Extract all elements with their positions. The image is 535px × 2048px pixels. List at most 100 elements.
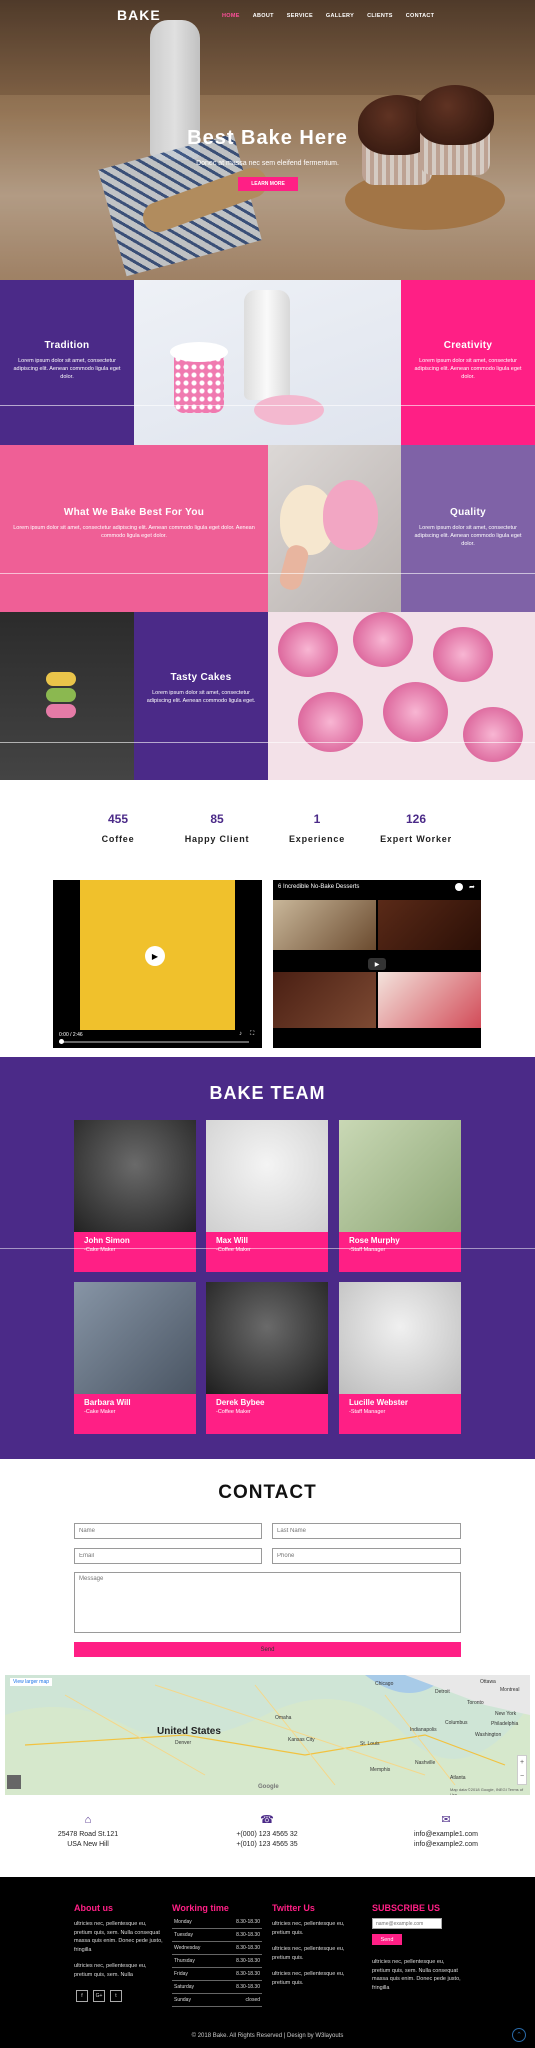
fullscreen-icon[interactable]: ⛶ — [250, 1031, 254, 1038]
name-field[interactable] — [74, 1523, 262, 1539]
member-photo — [74, 1120, 196, 1232]
learn-more-button[interactable]: LEARN MORE — [238, 177, 298, 191]
team-member-card: Derek Bybee -Coffee Maker — [206, 1282, 328, 1434]
cookies-image — [254, 395, 324, 425]
map-city: Washington — [475, 1732, 502, 1738]
volume-icon[interactable]: ♪ — [239, 1031, 242, 1037]
last-name-field[interactable] — [272, 1523, 461, 1539]
message-field[interactable] — [74, 1572, 461, 1633]
feature-tradition: Tradition Lorem ipsum dolor sit amet, co… — [0, 280, 134, 445]
phone-field[interactable] — [272, 1548, 461, 1564]
macaron-pink — [46, 704, 76, 718]
twitter-icon[interactable]: t — [110, 1990, 122, 2002]
home-icon: ⌂ — [84, 1814, 92, 1826]
share-icon[interactable]: ➦ — [469, 883, 475, 891]
address-column: ⌂ 25478 Road St.121 USA New Hill — [3, 1815, 173, 1850]
meringue — [383, 682, 448, 742]
phone-line[interactable]: +(000) 123 4565 32 — [182, 1830, 352, 1840]
google-plus-icon[interactable]: G+ — [93, 1990, 105, 2002]
nav-home[interactable]: HOME — [222, 13, 240, 19]
facebook-icon[interactable]: f — [76, 1990, 88, 2002]
working-time: closed — [245, 1997, 260, 2003]
divider — [0, 1248, 535, 1249]
site-logo[interactable]: BAKE — [117, 7, 161, 23]
nav-gallery[interactable]: GALLERY — [326, 13, 354, 19]
nav-clients[interactable]: CLIENTS — [367, 13, 393, 19]
mug-marshmallow-image — [134, 280, 401, 445]
dessert-thumb-4 — [378, 972, 481, 1028]
nav-about[interactable]: ABOUT — [253, 13, 274, 19]
working-day: Tuesday — [174, 1932, 193, 1938]
map-city: Philadelphia — [491, 1721, 519, 1727]
feature-title: Tasty Cakes — [170, 672, 232, 683]
member-name: Rose Murphy — [349, 1236, 400, 1245]
map-city: St. Louis — [360, 1741, 380, 1747]
email-field[interactable] — [74, 1548, 262, 1564]
working-day: Monday — [174, 1919, 192, 1925]
working-day: Wednesday — [174, 1945, 201, 1951]
member-info: John Simon -Cake Maker — [74, 1232, 196, 1272]
team-member-card: Lucille Webster -Staff Manager — [339, 1282, 461, 1434]
map-city: Kansas City — [288, 1737, 315, 1743]
working-time: 8.30-18.30 — [236, 1945, 260, 1951]
subscribe-email-input[interactable] — [372, 1918, 442, 1929]
pegman-icon[interactable] — [7, 1775, 21, 1789]
meringue — [463, 707, 523, 762]
video-player-right[interactable]: 6 Incredible No-Bake Desserts ➦ ▶ — [273, 880, 481, 1048]
feature-title: What We Bake Best For You — [63, 507, 205, 518]
nav-contact[interactable]: CONTACT — [406, 13, 435, 19]
video-progress-bar[interactable] — [59, 1041, 249, 1043]
nav-service[interactable]: SERVICE — [287, 13, 313, 19]
video-scrubber[interactable] — [59, 1039, 64, 1044]
clock-icon[interactable] — [455, 883, 463, 891]
macaron-yellow — [46, 672, 76, 686]
footer-working-title: Working time — [172, 1903, 229, 1913]
member-photo — [74, 1282, 196, 1394]
address-line: 25478 Road St.121 — [57, 1831, 119, 1838]
working-day: Thursday — [174, 1958, 195, 1964]
member-name: Derek Bybee — [216, 1398, 265, 1407]
feature-best: What We Bake Best For You Lorem ipsum do… — [0, 445, 268, 612]
video-title: 6 Incredible No-Bake Desserts — [278, 884, 360, 890]
member-role: -Coffee Maker — [216, 1409, 251, 1415]
map-city: Ottawa — [480, 1679, 496, 1685]
email-line[interactable]: info@example1.com — [361, 1830, 531, 1840]
zoom-controls[interactable]: + − — [517, 1755, 527, 1785]
map-city: Denver — [175, 1740, 192, 1746]
team-title: BAKE TEAM — [209, 1083, 326, 1103]
play-icon[interactable]: ▶ — [368, 958, 386, 970]
email-column: ✉ info@example1.com info@example2.com — [361, 1815, 531, 1850]
google-map[interactable]: View larger map United States Chicago De… — [5, 1675, 530, 1795]
email-line[interactable]: info@example2.com — [361, 1840, 531, 1850]
macarons-image — [0, 612, 134, 780]
footer-about-text: ultricies nec, pellentesque eu, pretium … — [74, 1963, 147, 1978]
view-larger-map-link[interactable]: View larger map — [10, 1678, 53, 1686]
team-member-card: Rose Murphy -Staff Manager — [339, 1120, 461, 1272]
main-nav: HOME ABOUT SERVICE GALLERY CLIENTS CONTA… — [222, 13, 434, 19]
feature-text: Lorem ipsum dolor sit amet, consectetur … — [146, 690, 256, 704]
map-city: Detroit — [435, 1689, 450, 1695]
phone-line[interactable]: +(010) 123 4565 35 — [182, 1840, 352, 1850]
map-attribution: Map data ©2018 Google, INEGI Terms of Us… — [450, 1787, 524, 1795]
working-time: 8.30-18.30 — [236, 1971, 260, 1977]
hero-subtitle: Donec at massa nec sem eleifend fermentu… — [196, 160, 339, 167]
back-to-top-icon[interactable]: ⌃ — [512, 2028, 526, 2042]
member-info: Lucille Webster -Staff Manager — [339, 1394, 461, 1434]
working-day: Saturday — [174, 1984, 195, 1990]
meringue — [353, 612, 413, 667]
subscribe-button[interactable]: Send — [372, 1934, 402, 1945]
divider — [0, 742, 535, 743]
stat-expert-worker: 126 Expert Worker — [356, 812, 476, 844]
tweet-text: ultricies nec, pellentesque eu, pretium … — [272, 1946, 345, 1961]
play-icon[interactable]: ▶ — [145, 946, 165, 966]
working-day: Sunday — [174, 1997, 191, 2003]
send-button[interactable]: Send — [74, 1642, 461, 1657]
video-player-left[interactable]: ▶ 0:00 / 2:46 ♪ ⛶ — [53, 880, 262, 1048]
feature-quality: Quality Lorem ipsum dolor sit amet, cons… — [401, 445, 535, 612]
bottle-image — [244, 290, 290, 400]
team-member-card: John Simon -Cake Maker — [74, 1120, 196, 1272]
map-city: Omaha — [275, 1715, 292, 1721]
meringue — [278, 622, 338, 677]
canada-region — [405, 1675, 530, 1715]
map-city: Toronto — [467, 1700, 484, 1706]
